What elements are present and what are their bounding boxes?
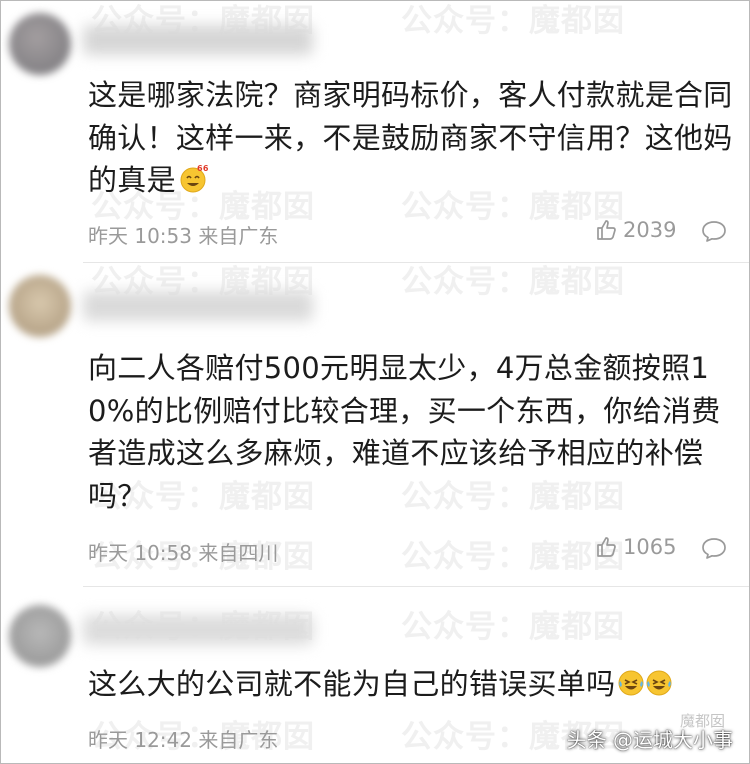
like-count: 2039 bbox=[623, 218, 677, 242]
source-credit: 头条 @运城大小事 bbox=[566, 728, 733, 752]
thumbs-up-icon bbox=[595, 535, 619, 559]
grinning-666-emoji: 666 bbox=[178, 163, 214, 206]
svg-text:666: 666 bbox=[197, 164, 208, 173]
comment-text: 这么大的公司就不能为自己的错误买单吗 bbox=[88, 663, 743, 710]
like-button[interactable]: 2039 bbox=[595, 218, 676, 242]
like-count: 1065 bbox=[623, 535, 677, 559]
username-blurred[interactable] bbox=[83, 291, 313, 321]
reply-button[interactable] bbox=[701, 536, 727, 560]
comment-meta: 昨天 10:53 来自广东 bbox=[88, 224, 279, 248]
avatar[interactable] bbox=[9, 13, 71, 75]
comment-text-content: 这么大的公司就不能为自己的错误买单吗 bbox=[88, 667, 616, 701]
comment-bubble-icon bbox=[701, 219, 727, 243]
laughing-tears-emoji bbox=[617, 667, 673, 710]
avatar[interactable] bbox=[9, 605, 71, 667]
comment-bubble-icon bbox=[701, 536, 727, 560]
comment-meta: 昨天 10:58 来自四川 bbox=[88, 541, 279, 565]
reply-button[interactable] bbox=[701, 219, 727, 243]
avatar[interactable] bbox=[9, 275, 71, 337]
thumbs-up-icon bbox=[595, 218, 619, 242]
comment-screenshot: 公众号：魔都囡 公众号：魔都囡 公众号：魔都囡 公众号：魔都囡 公众号：魔都囡 … bbox=[0, 0, 750, 764]
comment-text: 这是哪家法院？商家明码标价，客人付款就是合同确认！这样一来，不是鼓励商家不守信用… bbox=[88, 74, 743, 206]
like-button[interactable]: 1065 bbox=[595, 535, 676, 559]
comment-meta: 昨天 12:42 来自广东 bbox=[88, 728, 279, 752]
username-blurred[interactable] bbox=[83, 615, 313, 645]
comment-item: 这是哪家法院？商家明码标价，客人付款就是合同确认！这样一来，不是鼓励商家不守信用… bbox=[1, 1, 749, 263]
comment-text: 向二人各赔付500元明显太少，4万总金额按照10%的比例赔付比较合理，买一个东西… bbox=[88, 351, 721, 513]
comment-item: 向二人各赔付500元明显太少，4万总金额按照10%的比例赔付比较合理，买一个东西… bbox=[1, 263, 749, 587]
username-blurred[interactable] bbox=[83, 25, 313, 55]
